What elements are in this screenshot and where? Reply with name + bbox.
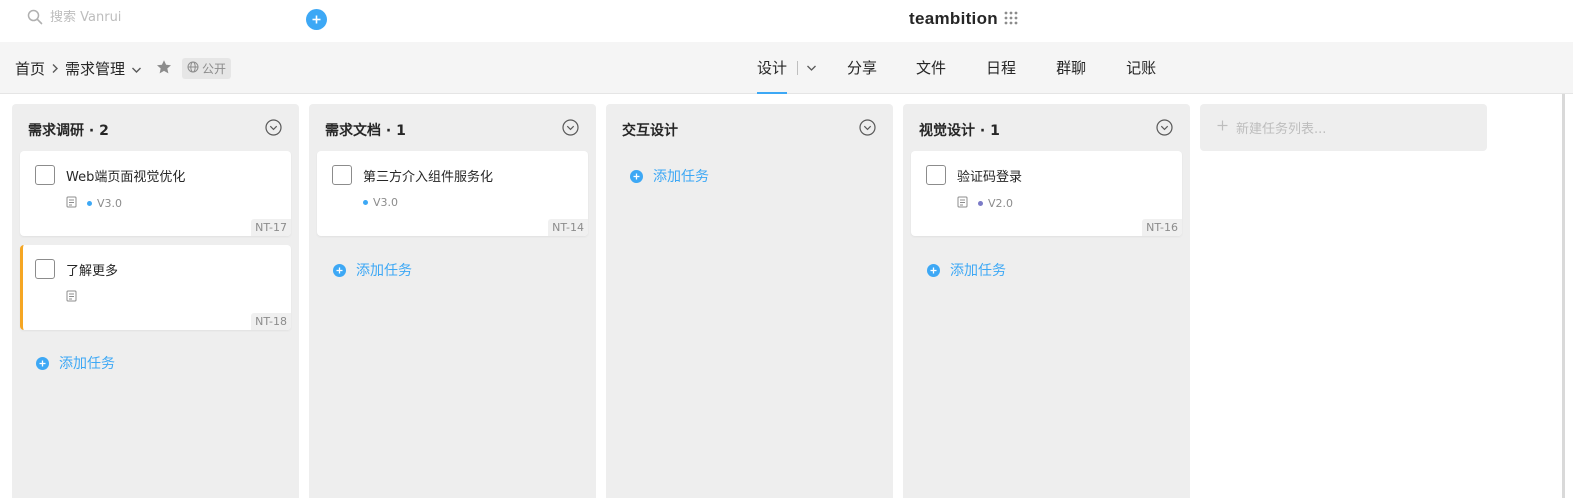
task-meta: V3.0	[363, 196, 398, 209]
tab-files[interactable]: 文件	[916, 42, 946, 94]
tab-bookkeeping[interactable]: 记账	[1126, 42, 1156, 94]
task-checkbox[interactable]	[332, 165, 352, 185]
breadcrumb-home[interactable]: 首页	[15, 58, 45, 79]
chevron-right-icon	[51, 60, 59, 78]
task-title[interactable]: 了解更多	[66, 260, 118, 279]
plus-circle-icon	[36, 356, 49, 370]
globe-icon	[187, 61, 199, 76]
board-scrollbar[interactable]	[1562, 94, 1565, 498]
search-input[interactable]	[50, 9, 250, 25]
task-checkbox[interactable]	[926, 165, 946, 185]
version-label: V3.0	[373, 196, 399, 209]
column-menu-icon[interactable]	[562, 119, 579, 136]
version-label: V3.0	[97, 197, 123, 210]
version-label: V2.0	[988, 197, 1014, 210]
quick-add-button[interactable]	[306, 9, 327, 30]
task-id: NT-16	[1142, 219, 1182, 236]
task-card[interactable]: Web端页面视觉优化 V3.0 NT-17	[20, 151, 291, 236]
task-column: 需求调研 · 2 Web端页面视觉优化 V3.0 NT-17 了解更多 NT-1…	[12, 104, 299, 498]
task-card[interactable]: 了解更多 NT-18	[20, 245, 291, 330]
plus-icon	[312, 15, 321, 24]
add-task-button[interactable]: 添加任务	[630, 166, 709, 186]
brand-name: teambition	[909, 9, 998, 28]
plus-icon	[1217, 120, 1228, 135]
note-icon	[66, 196, 77, 211]
task-card[interactable]: 第三方介入组件服务化 V3.0 NT-14	[317, 151, 588, 236]
version-dot	[978, 201, 983, 206]
column-title[interactable]: 需求调研 · 2	[28, 120, 109, 140]
brand-logo[interactable]: teambition	[909, 9, 1018, 29]
plus-circle-icon	[333, 263, 346, 277]
tab-group-chat[interactable]: 群聊	[1056, 42, 1086, 94]
column-menu-icon[interactable]	[1156, 119, 1173, 136]
star-icon[interactable]	[156, 59, 172, 79]
top-bar: teambition	[0, 0, 1573, 42]
column-title[interactable]: 交互设计	[622, 120, 678, 140]
version-tag: V3.0	[87, 197, 122, 210]
column-title[interactable]: 需求文档 · 1	[325, 120, 406, 140]
chevron-down-icon[interactable]	[131, 60, 142, 78]
task-title[interactable]: Web端页面视觉优化	[66, 166, 185, 185]
visibility-label: 公开	[202, 62, 227, 76]
plus-circle-icon	[927, 263, 940, 277]
task-card[interactable]: 验证码登录 V2.0 NT-16	[911, 151, 1182, 236]
add-task-button[interactable]: 添加任务	[36, 353, 115, 373]
search-icon	[27, 9, 43, 25]
task-title[interactable]: 第三方介入组件服务化	[363, 166, 493, 185]
search-box[interactable]	[27, 9, 250, 25]
new-task-list-button[interactable]: 新建任务列表...	[1200, 104, 1487, 151]
task-column: 交互设计 添加任务	[606, 104, 893, 498]
breadcrumb-project[interactable]: 需求管理	[65, 58, 125, 79]
add-task-label: 添加任务	[653, 169, 709, 185]
project-nav: 设计 分享 文件 日程 群聊 记账	[757, 42, 1156, 94]
add-task-label: 添加任务	[356, 263, 412, 279]
tab-calendar[interactable]: 日程	[986, 42, 1016, 94]
task-column: 需求文档 · 1 第三方介入组件服务化 V3.0 NT-14 添加任务	[309, 104, 596, 498]
tab-share[interactable]: 分享	[847, 42, 877, 94]
task-title[interactable]: 验证码登录	[957, 166, 1022, 185]
project-header: 首页 需求管理 公开 设计 分享 文件 日程 群聊 记账	[0, 42, 1573, 94]
version-tag: V2.0	[978, 197, 1013, 210]
column-menu-icon[interactable]	[265, 119, 282, 136]
add-task-button[interactable]: 添加任务	[333, 260, 412, 280]
task-meta	[66, 290, 77, 305]
version-tag: V3.0	[363, 196, 398, 209]
plus-circle-icon	[630, 169, 643, 183]
tab-divider	[797, 61, 799, 75]
new-task-list-label: 新建任务列表...	[1236, 122, 1327, 137]
visibility-badge[interactable]: 公开	[182, 58, 232, 79]
add-task-label: 添加任务	[59, 356, 115, 372]
task-id: NT-17	[251, 219, 291, 236]
task-id: NT-18	[251, 313, 291, 330]
note-icon	[66, 290, 77, 305]
task-id: NT-14	[548, 219, 588, 236]
version-dot	[363, 200, 368, 205]
version-dot	[87, 201, 92, 206]
note-icon	[957, 196, 968, 211]
column-title[interactable]: 视觉设计 · 1	[919, 120, 1000, 140]
task-checkbox[interactable]	[35, 259, 55, 279]
breadcrumb: 首页 需求管理 公开	[15, 58, 232, 79]
app-grid-icon[interactable]	[1004, 10, 1018, 29]
task-meta: V3.0	[66, 196, 122, 211]
task-meta: V2.0	[957, 196, 1013, 211]
chevron-down-icon[interactable]	[806, 64, 820, 72]
column-menu-icon[interactable]	[859, 119, 876, 136]
tab-design[interactable]: 设计	[757, 42, 788, 94]
add-task-button[interactable]: 添加任务	[927, 260, 1006, 280]
add-task-label: 添加任务	[950, 263, 1006, 279]
task-column: 视觉设计 · 1 验证码登录 V2.0 NT-16 添加任务	[903, 104, 1190, 498]
task-checkbox[interactable]	[35, 165, 55, 185]
